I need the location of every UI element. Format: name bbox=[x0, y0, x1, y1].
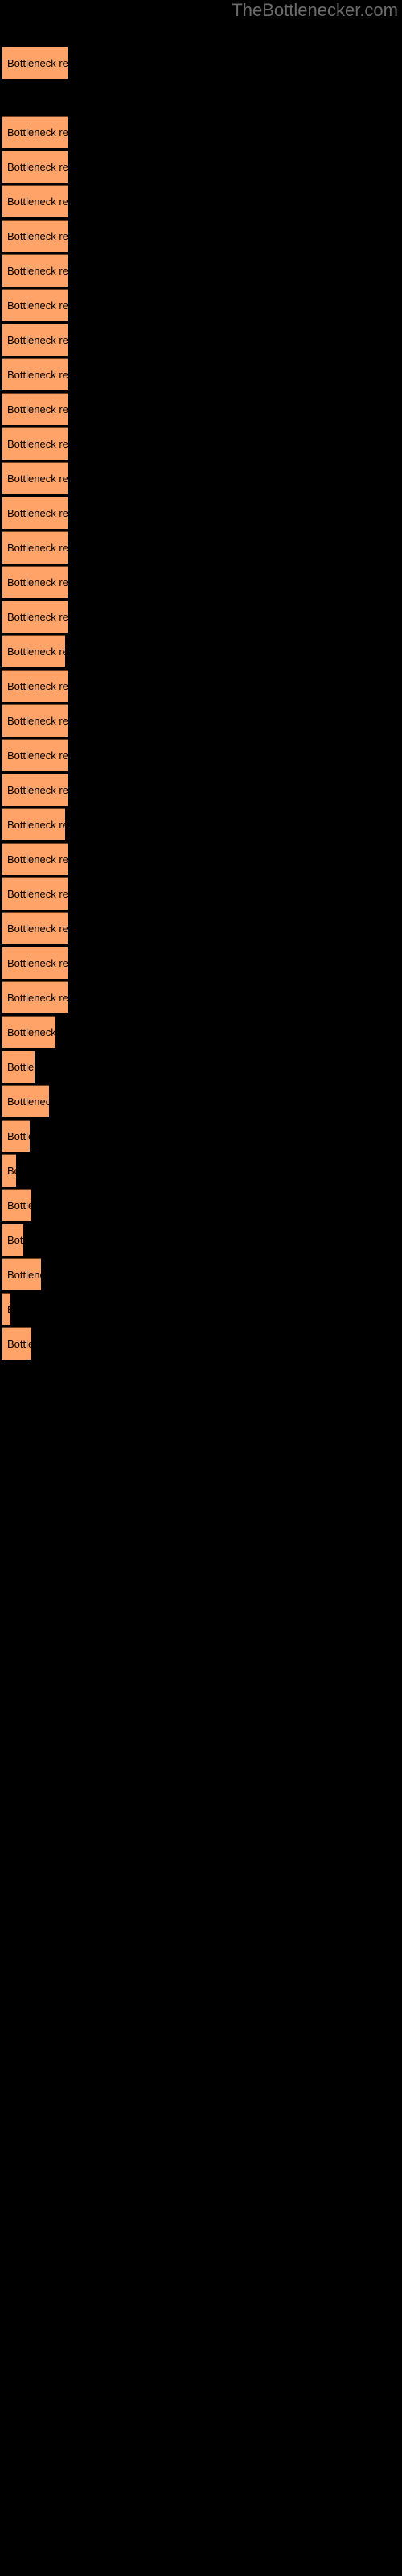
bar-label: Bottleneck result bbox=[7, 1294, 10, 1325]
bar-rect[interactable]: Bottleneck result bbox=[2, 670, 68, 702]
bar-rect[interactable]: Bottleneck result bbox=[2, 912, 68, 944]
bar-label: Bottleneck result bbox=[7, 1096, 49, 1108]
bar-rect[interactable]: Bottleneck result bbox=[2, 220, 68, 252]
bar-rect[interactable]: Bottleneck result bbox=[2, 427, 68, 460]
bar-label: Bottleneck result bbox=[7, 542, 68, 554]
bar-label: Bottleneck result bbox=[7, 230, 68, 242]
bar-rect[interactable]: Bottleneck result bbox=[2, 808, 65, 840]
bar-label: Bottleneck result bbox=[7, 126, 68, 138]
bar-label: Bottleneck result bbox=[7, 957, 68, 969]
bar-label: Bottleneck result bbox=[7, 680, 68, 692]
bar-rect[interactable]: Bottleneck result bbox=[2, 1016, 55, 1048]
bar-label: Bottleneck result bbox=[7, 1130, 30, 1142]
bar-label: Bottleneck result bbox=[7, 1269, 41, 1281]
bar-rect[interactable]: Bottleneck result bbox=[2, 877, 68, 910]
bar-rect[interactable]: Bottleneck result bbox=[2, 185, 68, 217]
bar-rect[interactable]: Bottleneck result bbox=[2, 497, 68, 529]
bar-rect[interactable]: Bottleneck result bbox=[2, 1154, 16, 1187]
bar-label: Bottleneck result bbox=[7, 715, 68, 727]
bar-label: Bottleneck result bbox=[7, 438, 68, 450]
bar-rect[interactable]: Bottleneck result bbox=[2, 151, 68, 183]
bottleneck-chart: TheBottlenecker.com Bottleneck resultBot… bbox=[0, 0, 402, 2576]
bar-rect[interactable]: Bottleneck result bbox=[2, 116, 68, 148]
bar-rect[interactable]: Bottleneck result bbox=[2, 1189, 31, 1221]
bar-label: Bottleneck result bbox=[7, 576, 68, 588]
bar-rect[interactable]: Bottleneck result bbox=[2, 1258, 41, 1290]
bar-rect[interactable]: Bottleneck result bbox=[2, 47, 68, 79]
bar-rect[interactable]: Bottleneck result bbox=[2, 635, 65, 667]
bar-rect[interactable]: Bottleneck result bbox=[2, 774, 68, 806]
bar-rect[interactable]: Bottleneck result bbox=[2, 739, 68, 771]
bar-rect[interactable]: Bottleneck result bbox=[2, 843, 68, 875]
bar-label: Bottleneck result bbox=[7, 611, 68, 623]
bar-rect[interactable]: Bottleneck result bbox=[2, 324, 68, 356]
bar-label: Bottleneck result bbox=[7, 334, 68, 346]
bar-label: Bottleneck result bbox=[7, 1061, 35, 1073]
bar-label: Bottleneck result bbox=[7, 299, 68, 312]
bar-label: Bottleneck result bbox=[7, 369, 68, 381]
bar-rect[interactable]: Bottleneck result bbox=[2, 981, 68, 1013]
bar-label: Bottleneck result bbox=[7, 853, 68, 865]
bar-label: Bottleneck result bbox=[7, 1026, 55, 1038]
bar-rect[interactable]: Bottleneck result bbox=[2, 947, 68, 979]
bar-series: Bottleneck result Bottleneck result Bottle… bbox=[0, 0, 402, 2576]
bar-label: Bottleneck result bbox=[7, 888, 68, 900]
bar-label: Bottleneck result bbox=[7, 1199, 31, 1212]
bar-label: Bottleneck result bbox=[7, 819, 65, 831]
bar-rect[interactable]: Bottleneck result bbox=[2, 601, 68, 633]
bar-label: Bottleneck result bbox=[7, 265, 68, 277]
bar-rect[interactable]: Bottleneck result bbox=[2, 289, 68, 321]
bar-rect[interactable]: Bottleneck result bbox=[2, 1051, 35, 1083]
bar-rect[interactable]: Bottleneck result bbox=[2, 1293, 10, 1325]
bar-rect[interactable]: Bottleneck result bbox=[2, 1085, 49, 1117]
bar-label: Bottleneck result bbox=[7, 1338, 31, 1350]
bar-rect[interactable]: Bottleneck result bbox=[2, 358, 68, 390]
bar-rect[interactable]: Bottleneck result bbox=[2, 1327, 31, 1360]
bar-label: Bottleneck result bbox=[7, 196, 68, 208]
bar-label: Bottleneck result bbox=[7, 507, 68, 519]
bar-label: Bottleneck result bbox=[7, 784, 68, 796]
bar-rect[interactable]: Bottleneck result bbox=[2, 254, 68, 287]
bar-label: Bottleneck result bbox=[7, 646, 65, 658]
bar-rect[interactable]: Bottleneck result bbox=[2, 1120, 30, 1152]
bar-rect[interactable]: Bottleneck result bbox=[2, 1224, 23, 1256]
bar-label: Bottleneck result bbox=[7, 749, 68, 762]
bar-label: Bottleneck result bbox=[7, 992, 68, 1004]
bar-label: Bottleneck result bbox=[7, 473, 68, 485]
bar-label: Bottleneck result bbox=[7, 403, 68, 415]
bar-label: Bottleneck result bbox=[7, 161, 68, 173]
bar-label: Bottleneck result bbox=[7, 1165, 16, 1177]
bar-rect[interactable]: Bottleneck result bbox=[2, 531, 68, 564]
bar-rect[interactable]: Bottleneck result bbox=[2, 704, 68, 737]
bar-rect[interactable]: Bottleneck result bbox=[2, 566, 68, 598]
bar-label: Bottleneck result bbox=[7, 923, 68, 935]
bar-label: Bottleneck result bbox=[7, 1234, 23, 1246]
bar-rect[interactable]: Bottleneck result bbox=[2, 462, 68, 494]
bar-label: Bottleneck result bbox=[7, 57, 68, 69]
bar-rect[interactable]: Bottleneck result bbox=[2, 393, 68, 425]
